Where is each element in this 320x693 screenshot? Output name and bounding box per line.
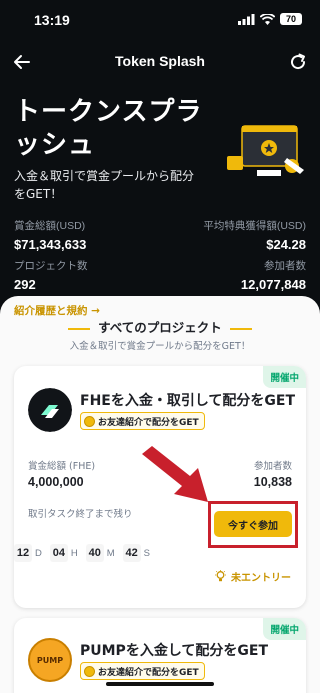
refresh-icon[interactable]: [286, 50, 310, 74]
avg-reward-value: $24.28: [266, 237, 306, 252]
project-title-pump: PUMPを入金して配分をGET: [80, 643, 269, 659]
cellular-signal-icon: [238, 13, 255, 25]
referral-text: お友達紹介で配分をGET: [98, 417, 199, 428]
countdown-days: 12: [14, 544, 32, 562]
hero-title: トークンスプラッシュ: [14, 97, 203, 160]
prize-value: 4,000,000: [28, 475, 84, 489]
total-prize-value: $71,343,633: [14, 237, 87, 252]
status-time: 13:19: [34, 12, 70, 28]
prize-label: 賞金総額 (FHE): [28, 461, 96, 472]
status-icons: 70: [238, 13, 302, 25]
trophy-illustration-icon: [227, 125, 304, 176]
unit-hours: H: [70, 547, 78, 559]
hero-subtitle: 入金＆取引で賞金プールから配分をGET！: [14, 169, 195, 201]
pump-logo-text: PUMP: [36, 655, 64, 665]
card-participants: 参加者数 10,838: [254, 458, 292, 489]
status-badge: 開催中: [263, 366, 306, 388]
status-badge-pump: 開催中: [263, 618, 306, 640]
coin-icon: [84, 415, 95, 427]
battery-indicator: 70: [280, 13, 302, 25]
highlight-box: [208, 501, 298, 548]
section-title: すべてのプロジェクト: [0, 317, 320, 336]
participants-value: 12,077,848: [240, 277, 306, 292]
countdown-timer: 12 D 04 H 40 M 42 S: [14, 544, 155, 562]
referral-text-pump: お友達紹介で配分をGET: [98, 667, 199, 678]
title-dash-right: [229, 327, 252, 330]
pointer-arrow-icon: [142, 446, 208, 502]
project-title: FHEを入金・取引して配分をGET: [80, 393, 296, 409]
section-subtitle: 入金＆取引で賞金プールから配分をGET！: [69, 341, 251, 352]
avg-reward-label: 平均特典獲得額(USD): [203, 220, 306, 232]
title-dash-left: [68, 327, 91, 330]
history-terms-link[interactable]: 紹介履歴と規約 →: [14, 303, 100, 318]
participants-stat: 参加者数 12,077,848: [241, 258, 306, 292]
section-title-text: すべてのプロジェクト: [98, 320, 222, 335]
unit-seconds: S: [143, 547, 151, 559]
referral-badge-pump[interactable]: お友達紹介で配分をGET: [80, 662, 205, 680]
pump-logo-icon: PUMP: [28, 638, 72, 682]
countdown-minutes: 40: [85, 544, 104, 562]
prize-pool: 賞金総額 (FHE) 4,000,000: [28, 458, 95, 489]
countdown-hours: 04: [49, 544, 68, 562]
project-count-value: 292: [14, 277, 36, 292]
entry-status-text: 未エントリー: [231, 573, 291, 584]
card-participants-value: 10,838: [253, 475, 292, 489]
project-count-label: プロジェクト数: [14, 260, 88, 272]
countdown-label: 取引タスク終了まで残り: [28, 509, 133, 520]
entry-status: 未エントリー: [214, 569, 291, 584]
total-prize-label: 賞金総額(USD): [14, 220, 86, 232]
card-participants-label: 参加者数: [253, 461, 292, 472]
referral-badge[interactable]: お友達紹介で配分をGET: [80, 412, 205, 430]
wifi-icon: [260, 13, 275, 25]
unit-days: D: [35, 547, 42, 559]
page-title: Token Splash: [115, 53, 205, 69]
participants-label: 参加者数: [264, 260, 306, 272]
total-prize-stat: 賞金総額(USD) $71,343,633: [14, 218, 86, 252]
unit-minutes: M: [106, 547, 115, 559]
project-count-stat: プロジェクト数 292: [14, 258, 88, 292]
hero-section: 13:19 70 Token Splash トークンスプラッシュ 入金＆取引で賞…: [0, 0, 320, 320]
avg-reward-stat: 平均特典獲得額(USD) $24.28: [203, 218, 306, 252]
lightbulb-icon: [215, 570, 226, 582]
status-bar: 13:19 70: [0, 0, 320, 44]
nav-bar: Token Splash: [0, 44, 320, 80]
coin-icon-pump: [84, 665, 95, 677]
fhe-logo-icon: [28, 388, 72, 432]
home-indicator: [106, 682, 214, 686]
countdown-seconds: 42: [122, 544, 141, 562]
